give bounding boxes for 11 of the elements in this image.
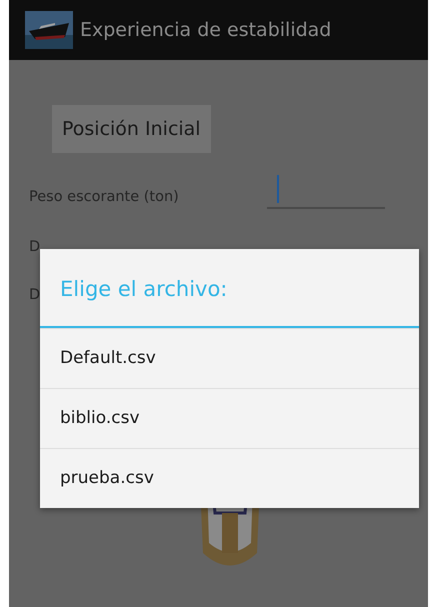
file-list-item[interactable]: biblio.csv <box>40 388 419 448</box>
field-label: Peso escorante (ton) <box>29 189 179 205</box>
file-list-item[interactable]: prueba.csv <box>40 448 419 508</box>
app-title: Experiencia de estabilidad <box>80 19 332 41</box>
initial-position-button[interactable]: Posición Inicial <box>52 105 211 153</box>
field-label: D <box>29 287 40 303</box>
dialog-title: Elige el archivo: <box>40 249 419 328</box>
field-label: D <box>29 239 40 255</box>
ship-icon <box>25 11 73 49</box>
input-field[interactable] <box>266 173 385 209</box>
file-list-item[interactable]: Default.csv <box>40 328 419 388</box>
